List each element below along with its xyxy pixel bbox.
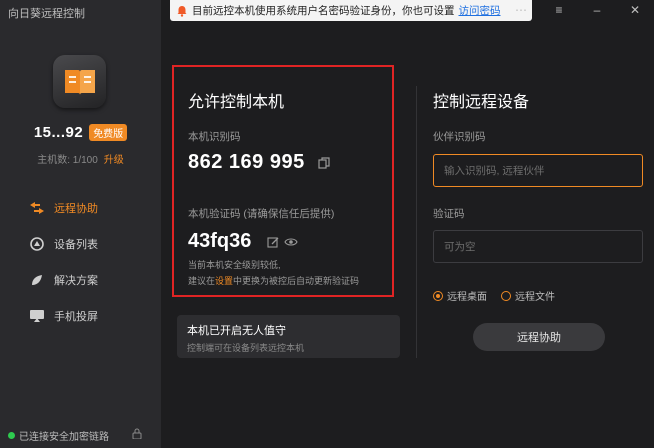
radio-label: 远程文件 xyxy=(515,292,555,303)
bell-icon xyxy=(177,5,187,17)
eye-icon[interactable] xyxy=(284,236,298,248)
copy-icon[interactable] xyxy=(318,157,330,169)
security-warning-line1: 当前本机安全级别较低, xyxy=(188,260,281,270)
edit-icon[interactable] xyxy=(267,236,279,248)
more-icon[interactable]: ⋯ xyxy=(502,0,540,20)
sidebar-item-label: 解决方案 xyxy=(54,275,98,287)
radio-remote-file[interactable]: 远程文件 xyxy=(501,288,555,303)
status-dot xyxy=(8,432,15,439)
verify-code-label: 验证码 xyxy=(433,208,465,220)
app-title: 向日葵远程控制 xyxy=(8,8,85,20)
notice-bar: 目前远控本机使用系统用户名密码验证身份，你也可设置 访问密码 xyxy=(170,0,532,21)
phone-cast-icon xyxy=(28,307,46,325)
remote-control-title: 控制远程设备 xyxy=(433,94,530,111)
notice-text: 目前远控本机使用系统用户名密码验证身份，你也可设置 xyxy=(192,5,455,17)
minimize-icon[interactable]: – xyxy=(578,0,616,20)
host-count: 主机数: 1/100 xyxy=(37,155,98,166)
sidebar-item-label: 远程协助 xyxy=(54,203,98,215)
lock-icon[interactable] xyxy=(132,428,142,439)
sidebar: 向日葵远程控制 15...92 免费版 主机数: 1/100 升级 远程协助 设… xyxy=(0,0,161,448)
security-status-text: 已连接安全加密链路 xyxy=(19,432,109,443)
user-info: 15...92 免费版 xyxy=(0,124,161,141)
unattended-title: 本机已开启无人值守 xyxy=(187,325,286,337)
radio-unselected-icon xyxy=(501,290,511,301)
unattended-card[interactable]: 本机已开启无人值守 控制端可在设备列表远控本机 xyxy=(177,315,400,358)
sidebar-item-remote-assist[interactable]: 远程协助 xyxy=(0,190,161,226)
device-list-icon xyxy=(28,235,46,253)
sidebar-item-phone-cast[interactable]: 手机投屏 xyxy=(0,298,161,334)
local-id-value: 862 169 995 xyxy=(188,151,305,173)
verify-code-input[interactable] xyxy=(433,230,643,263)
access-password-link[interactable]: 访问密码 xyxy=(459,3,501,18)
close-icon[interactable]: ✕ xyxy=(616,0,654,20)
security-status: 已连接安全加密链路 xyxy=(8,428,109,443)
settings-link[interactable]: 设置 xyxy=(215,276,233,286)
window-controls: ⋯ ≡ – ✕ xyxy=(502,0,654,20)
menu-icon[interactable]: ≡ xyxy=(540,0,578,20)
allow-control-title: 允许控制本机 xyxy=(188,94,285,111)
edition-badge[interactable]: 免费版 xyxy=(89,124,128,141)
book-icon xyxy=(64,69,95,95)
user-id: 15...92 xyxy=(33,124,84,141)
sidebar-nav: 远程协助 设备列表 解决方案 手机投屏 xyxy=(0,190,161,334)
security-warning-line2: 建议在设置中更换为被控后自动更新验证码 xyxy=(188,274,359,287)
remote-assist-button[interactable]: 远程协助 xyxy=(473,323,605,351)
local-code-value: 43fq36 xyxy=(188,230,252,252)
warning-text-pre: 建议在 xyxy=(188,276,216,286)
remote-mode-options: 远程桌面 远程文件 xyxy=(433,288,555,303)
remote-assist-icon xyxy=(28,199,46,217)
app-logo xyxy=(53,55,106,108)
local-code-label: 本机验证码 (请确保信任后提供) xyxy=(188,208,335,220)
sidebar-item-solution[interactable]: 解决方案 xyxy=(0,262,161,298)
radio-remote-desktop[interactable]: 远程桌面 xyxy=(433,288,487,303)
sidebar-item-label: 手机投屏 xyxy=(54,311,98,323)
sidebar-item-device-list[interactable]: 设备列表 xyxy=(0,226,161,262)
sidebar-item-label: 设备列表 xyxy=(54,239,98,251)
solution-icon xyxy=(28,271,46,289)
radio-label: 远程桌面 xyxy=(447,292,487,303)
upgrade-link[interactable]: 升级 xyxy=(104,151,124,166)
partner-id-input[interactable] xyxy=(433,154,643,187)
partner-id-label: 伙伴识别码 xyxy=(433,131,486,143)
unattended-subtitle: 控制端可在设备列表远控本机 xyxy=(187,343,305,353)
panel-divider xyxy=(416,86,417,358)
host-info: 主机数: 1/100 升级 xyxy=(0,151,161,166)
warning-text-post: 中更换为被控后自动更新验证码 xyxy=(233,276,360,286)
radio-selected-icon xyxy=(433,290,443,301)
local-id-label: 本机识别码 xyxy=(188,131,241,143)
